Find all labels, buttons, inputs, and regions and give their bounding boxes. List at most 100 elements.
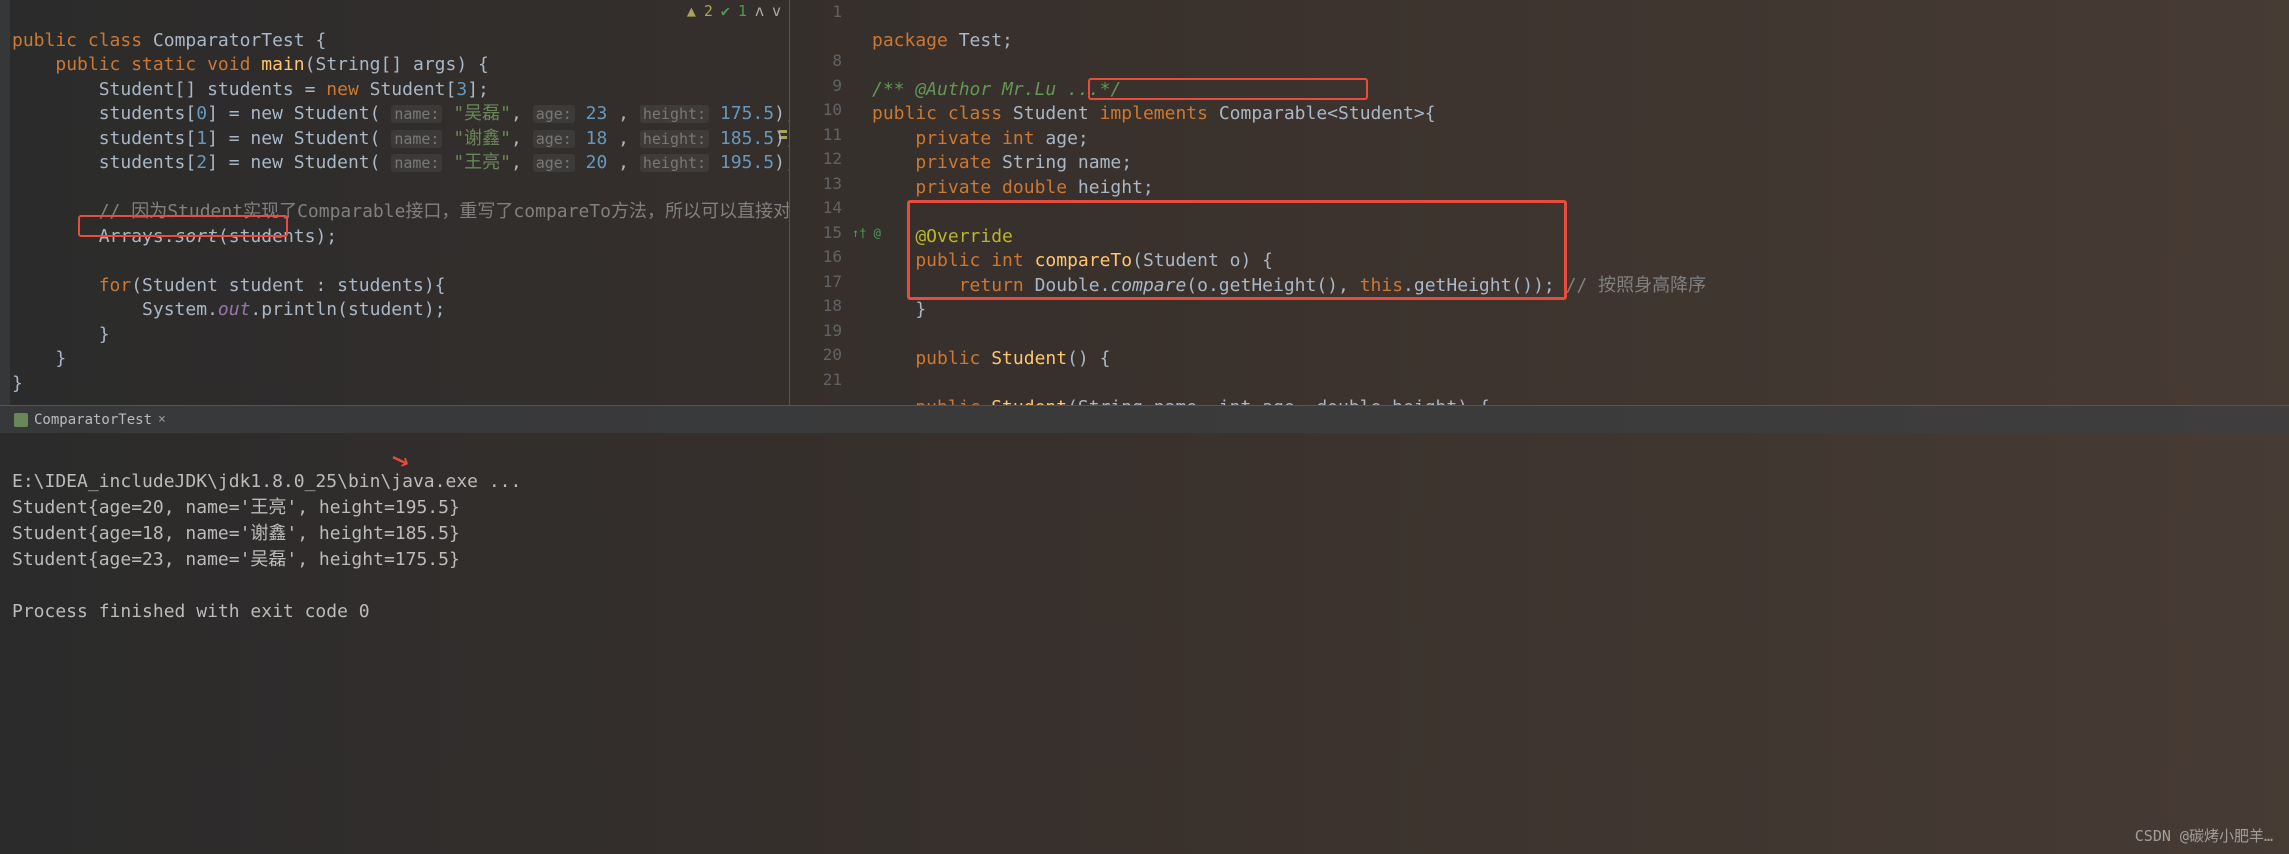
- param-hint: name:: [391, 105, 442, 123]
- param-hint: height:: [640, 105, 709, 123]
- code-text: );: [774, 152, 790, 173]
- code-text: 185.5: [720, 128, 774, 149]
- code-text: Arrays.: [12, 226, 175, 247]
- code-text: 0: [196, 103, 207, 124]
- line-number: 10: [790, 98, 842, 123]
- line-number: 21: [790, 368, 842, 393]
- code-text: ,: [607, 103, 640, 124]
- code-text: (String name, int age, double height) {: [1067, 397, 1490, 405]
- line-number: 15: [790, 221, 842, 246]
- code-text: System.: [12, 299, 218, 320]
- param-hint: height:: [640, 154, 709, 172]
- code-text: students[: [12, 128, 196, 149]
- code-text: 195.5: [720, 152, 774, 173]
- line-number: 13: [790, 172, 842, 197]
- comment: // 按照身高降序: [1566, 275, 1707, 296]
- code-text: 2: [196, 152, 207, 173]
- code-text: this: [1360, 275, 1403, 296]
- code-text: public int: [872, 250, 1035, 271]
- console-tab-label: ComparatorTest: [34, 412, 152, 428]
- code-text: (students);: [218, 226, 337, 247]
- code-text: ,: [607, 152, 640, 173]
- code-text: () {: [1067, 348, 1110, 369]
- param-hint: age:: [533, 154, 575, 172]
- code-text: 175.5: [720, 103, 774, 124]
- gutter-line-numbers[interactable]: 1 8 9 10 11 12 13 14 15 16 17 18 19 20 2…: [790, 0, 850, 405]
- code-right[interactable]: package Test; /** @Author Mr.Lu ...*/ pu…: [872, 4, 2289, 405]
- code-text: sort: [175, 226, 218, 247]
- code-text: (o.getHeight(),: [1186, 275, 1359, 296]
- console-output[interactable]: E:\IDEA_includeJDK\jdk1.8.0_25\bin\java.…: [0, 433, 2289, 854]
- line-number: 8: [790, 49, 842, 74]
- editor-left[interactable]: ▲ 2 ✔ 1 ʌ v public class ComparatorTest …: [0, 0, 790, 405]
- close-icon[interactable]: ×: [158, 412, 166, 427]
- code-text: ,: [607, 128, 640, 149]
- line-number: 19: [790, 319, 842, 344]
- line-number: [790, 25, 842, 50]
- editor-right[interactable]: 1 8 9 10 11 12 13 14 15 16 17 18 19 20 2…: [790, 0, 2289, 405]
- code-text: ] = new Student(: [207, 128, 391, 149]
- code-text: implements: [1100, 103, 1219, 124]
- code-text: "吴磊": [453, 103, 511, 124]
- run-config-icon: [14, 413, 28, 427]
- code-text: Student: [991, 348, 1067, 369]
- code-text: }: [12, 373, 23, 394]
- code-text: Student: [991, 397, 1067, 405]
- code-text: }: [872, 299, 926, 320]
- code-text: }: [12, 324, 110, 345]
- code-text: public: [872, 397, 991, 405]
- code-text: compareTo: [1035, 250, 1133, 271]
- code-text: .println(student);: [250, 299, 445, 320]
- param-hint: name:: [391, 154, 442, 172]
- comment: // 因为Student实现了Comparable接口，重写了compareTo…: [12, 201, 790, 222]
- annotation: @Override: [872, 226, 1013, 247]
- console-line: Process finished with exit code 0: [12, 601, 370, 622]
- code-text: students[: [12, 103, 196, 124]
- line-number: 12: [790, 147, 842, 172]
- code-text: );: [774, 103, 790, 124]
- code-text: }: [12, 348, 66, 369]
- code-text: ,: [511, 152, 533, 173]
- line-number: 9: [790, 74, 842, 99]
- code-text: "王亮": [453, 152, 511, 173]
- line-number: 14: [790, 196, 842, 221]
- line-number: 20: [790, 343, 842, 368]
- code-left[interactable]: public class ComparatorTest { public sta…: [12, 4, 789, 405]
- code-text: out: [218, 299, 251, 320]
- ide-window: ▲ 2 ✔ 1 ʌ v public class ComparatorTest …: [0, 0, 2289, 854]
- line-number: 16: [790, 245, 842, 270]
- code-text: ,: [511, 128, 533, 149]
- console-line: E:\IDEA_includeJDK\jdk1.8.0_25\bin\java.…: [12, 471, 521, 492]
- code-text: Student: [1013, 103, 1100, 124]
- code-text: 1: [196, 128, 207, 149]
- code-text: (Student o) {: [1132, 250, 1273, 271]
- code-text: ] = new Student(: [207, 152, 391, 173]
- code-text: 18: [586, 128, 608, 149]
- watermark: CSDN @碳烤小肥羊…: [2135, 825, 2273, 846]
- code-text: .getHeight());: [1403, 275, 1566, 296]
- line-number: 17: [790, 270, 842, 295]
- param-hint: name:: [391, 130, 442, 148]
- code-text: "谢鑫": [453, 128, 511, 149]
- code-text: );: [774, 128, 790, 149]
- console-line: Student{age=23, name='吴磊', height=175.5}: [12, 549, 460, 570]
- console-line: Student{age=18, name='谢鑫', height=185.5}: [12, 523, 460, 544]
- line-number: 18: [790, 294, 842, 319]
- param-hint: age:: [533, 130, 575, 148]
- param-hint: age:: [533, 105, 575, 123]
- doc-comment: /** @Author Mr.Lu ...*/: [872, 79, 1121, 100]
- console-tab-bar: ComparatorTest ×: [0, 405, 2289, 433]
- console-tab[interactable]: ComparatorTest ×: [6, 409, 174, 431]
- code-text: Comparable<Student>: [1219, 103, 1425, 124]
- line-number: 1: [790, 0, 842, 25]
- code-text: {: [1425, 103, 1436, 124]
- code-text: ] = new Student(: [207, 103, 391, 124]
- code-text: students[: [12, 152, 196, 173]
- code-text: public class: [872, 103, 1013, 124]
- code-text: ,: [511, 103, 533, 124]
- code-text: 23: [586, 103, 608, 124]
- param-hint: height:: [640, 130, 709, 148]
- gutter-left: [0, 0, 10, 405]
- code-text: compare: [1110, 275, 1186, 296]
- console-line: Student{age=20, name='王亮', height=195.5}: [12, 497, 460, 518]
